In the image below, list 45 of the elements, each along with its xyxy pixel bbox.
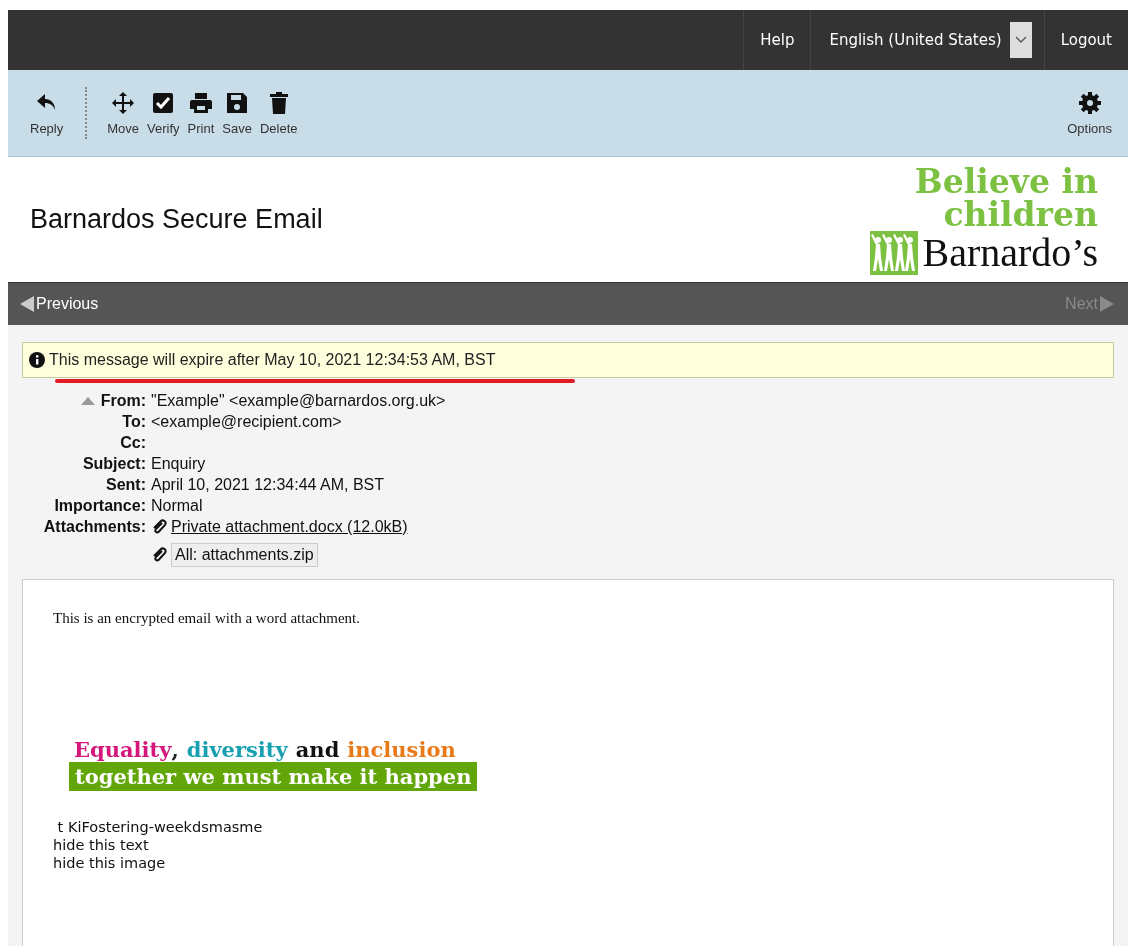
logo-tagline: Believe in xyxy=(914,164,1098,198)
collapse-triangle-icon[interactable] xyxy=(80,397,95,405)
body-text: This is an encrypted email with a word attachment. xyxy=(53,610,361,627)
field-label: To: xyxy=(122,413,146,431)
banner-heading: Equality, diversity and inclusion xyxy=(73,737,456,762)
paperclip-icon xyxy=(151,547,167,563)
logo-tagline: children xyxy=(943,197,1098,231)
toolbar-button[interactable]: Verify xyxy=(143,90,184,136)
toolbar-button[interactable]: Move xyxy=(103,90,144,136)
triangle-left-icon xyxy=(20,296,34,312)
move-arrows-icon xyxy=(111,90,136,115)
toolbar-button[interactable]: Save xyxy=(218,90,256,136)
page-title: Barnardos Secure Email xyxy=(30,204,323,235)
field-label: Sent: xyxy=(106,476,146,494)
expiry-text: This message will expire after May 10, 2021 12:34:53 AM, BST xyxy=(49,351,496,369)
banner-slogan: together we must make it happen xyxy=(69,762,478,791)
settings-icon xyxy=(1077,90,1102,115)
body-text: t KiFostering-weekdsmasme xyxy=(56,819,264,835)
previous-button[interactable]: Previous xyxy=(20,295,99,313)
field-label: From: xyxy=(100,392,146,410)
body-text: hide this image xyxy=(53,855,167,871)
printer-icon xyxy=(188,90,213,115)
field-value: <example@recipient.com> xyxy=(151,413,342,431)
info-icon xyxy=(29,352,45,368)
field-value: April 10, 2021 12:34:44 AM, BST xyxy=(151,476,385,494)
chevron-down-icon xyxy=(1009,22,1032,58)
field-value: Enquiry xyxy=(151,455,206,473)
download-all-button[interactable]: All: attachments.zip xyxy=(171,543,318,567)
field-value: Normal xyxy=(151,497,203,515)
field-label: Importance: xyxy=(54,497,146,515)
paperclip-icon xyxy=(151,519,167,535)
attachment-link[interactable]: Private attachment.docx (12.0kB) xyxy=(171,518,408,536)
toolbar-button[interactable]: Print xyxy=(183,90,219,136)
field-label: Subject: xyxy=(82,455,146,473)
options-button[interactable]: Options xyxy=(1063,90,1116,136)
toolbar-button[interactable]: Reply xyxy=(26,90,68,136)
toolbar-button[interactable]: Delete xyxy=(255,90,302,136)
logo-wordmark: Barnardo’s xyxy=(922,232,1098,273)
field-label: Attachments: xyxy=(43,518,146,536)
body-text: hide this text xyxy=(53,837,150,853)
checkbox-icon xyxy=(151,90,176,115)
triangle-right-icon xyxy=(1100,296,1114,312)
dancing-figures-icon xyxy=(870,230,919,275)
field-label: Cc: xyxy=(120,434,146,452)
field-value: "Example" <example@barnardos.org.uk> xyxy=(151,392,446,410)
